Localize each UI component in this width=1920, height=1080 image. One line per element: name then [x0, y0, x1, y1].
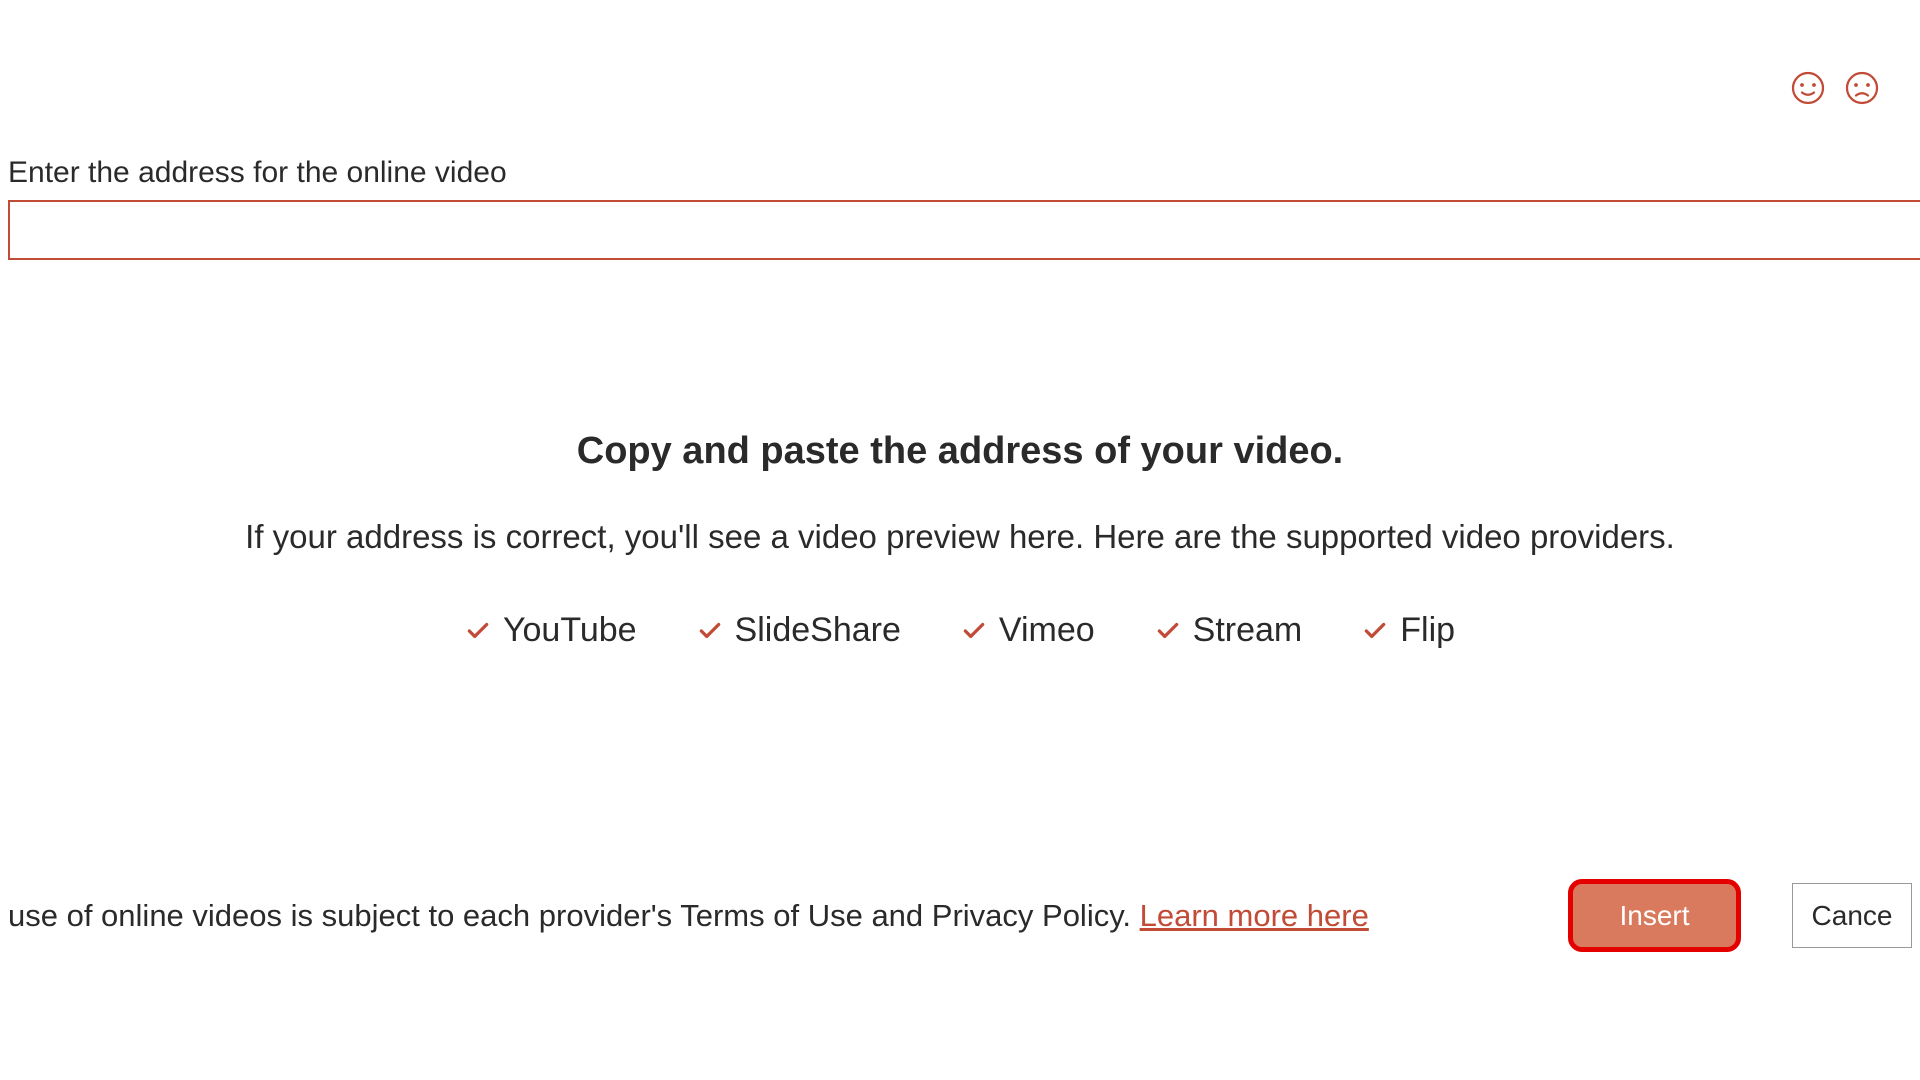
- learn-more-link[interactable]: Learn more here: [1140, 898, 1369, 933]
- frown-icon[interactable]: [1844, 70, 1880, 106]
- provider-name: Vimeo: [999, 611, 1095, 650]
- check-icon: [961, 618, 987, 644]
- terms-text-content: use of online videos is subject to each …: [8, 898, 1140, 933]
- button-group: Insert Cance: [1572, 883, 1912, 948]
- main-heading: Copy and paste the address of your video…: [0, 430, 1920, 473]
- provider-item: Stream: [1155, 611, 1303, 650]
- provider-name: YouTube: [503, 611, 637, 650]
- content-area: Copy and paste the address of your video…: [0, 430, 1920, 650]
- provider-name: Flip: [1400, 611, 1455, 650]
- feedback-icons: [1790, 70, 1880, 106]
- address-input[interactable]: [8, 200, 1920, 260]
- insert-button[interactable]: Insert: [1572, 883, 1737, 948]
- check-icon: [697, 618, 723, 644]
- provider-item: YouTube: [465, 611, 637, 650]
- check-icon: [1155, 618, 1181, 644]
- address-input-label: Enter the address for the online video: [8, 156, 507, 190]
- check-icon: [465, 618, 491, 644]
- sub-text: If your address is correct, you'll see a…: [0, 518, 1920, 556]
- providers-list: YouTube SlideShare Vimeo Stream Flip: [0, 611, 1920, 650]
- bottom-bar: use of online videos is subject to each …: [0, 883, 1920, 948]
- check-icon: [1362, 618, 1388, 644]
- cancel-button[interactable]: Cance: [1792, 883, 1912, 948]
- provider-item: SlideShare: [697, 611, 901, 650]
- provider-item: Vimeo: [961, 611, 1095, 650]
- terms-text: use of online videos is subject to each …: [8, 898, 1572, 934]
- provider-name: SlideShare: [735, 611, 901, 650]
- provider-item: Flip: [1362, 611, 1455, 650]
- provider-name: Stream: [1193, 611, 1303, 650]
- smile-icon[interactable]: [1790, 70, 1826, 106]
